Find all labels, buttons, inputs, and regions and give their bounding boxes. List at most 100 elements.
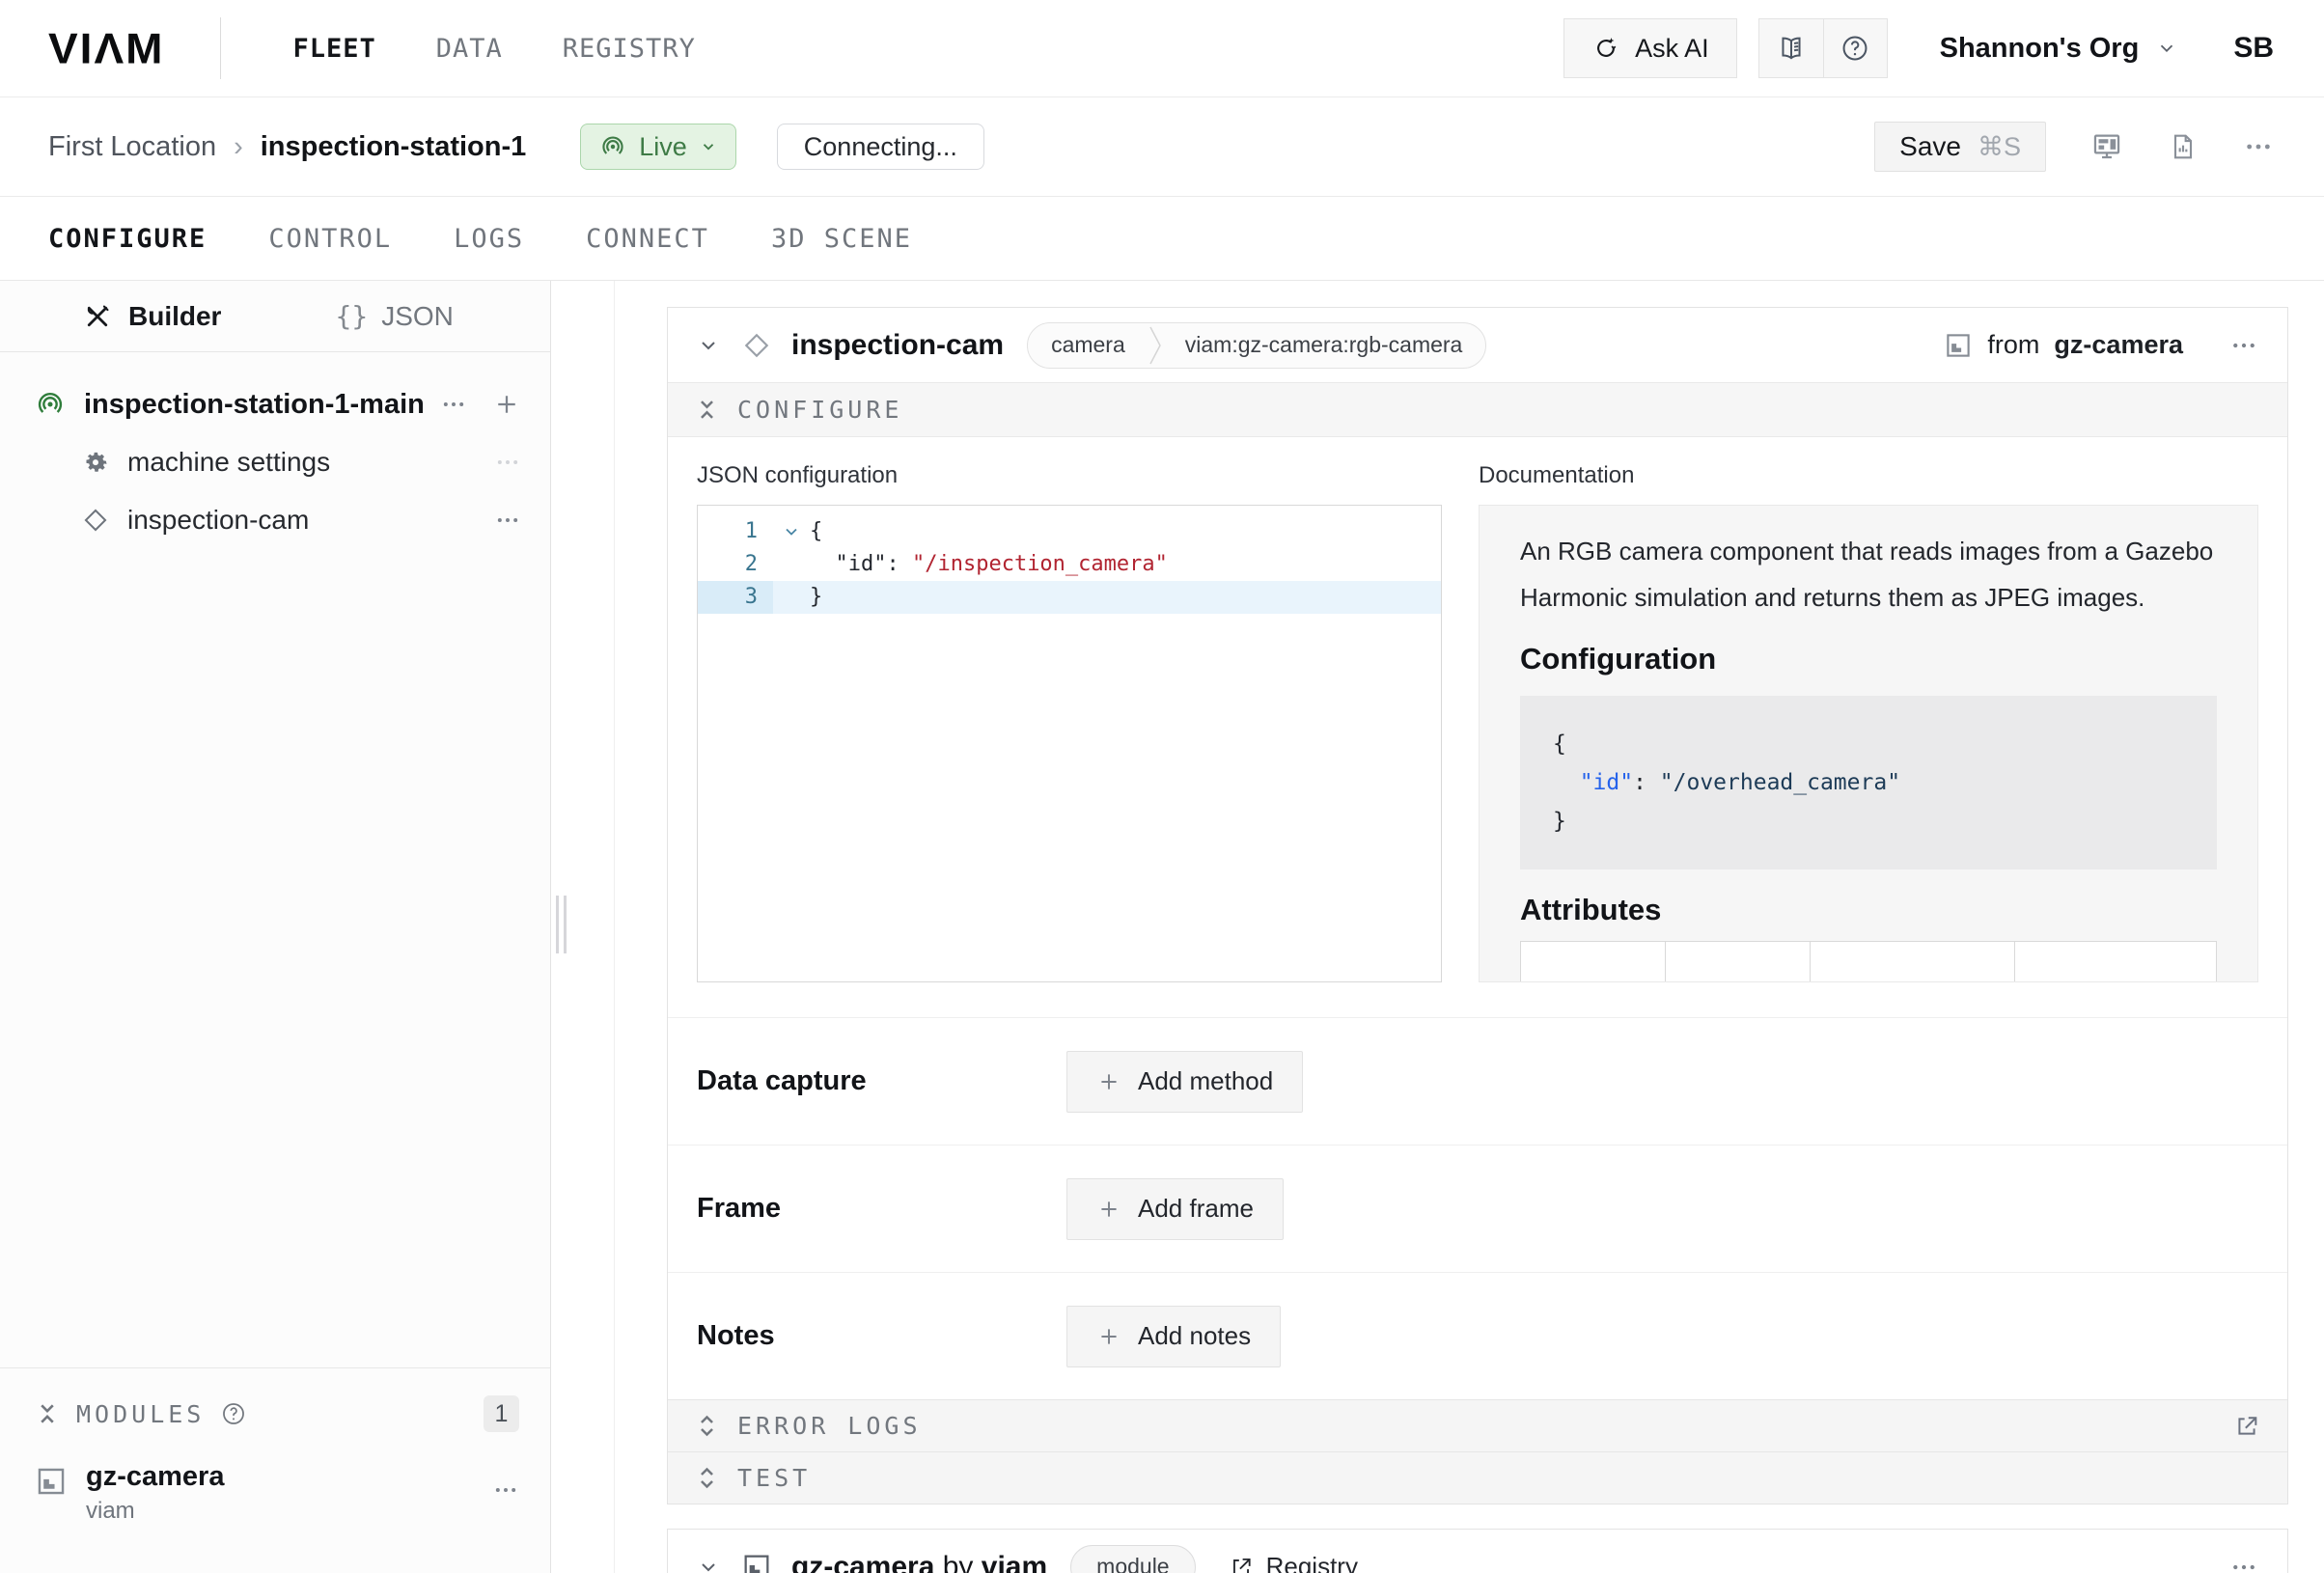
expand-icon (695, 1414, 719, 1438)
docs-book-icon[interactable] (1759, 19, 1823, 77)
file-chart-icon[interactable] (2168, 131, 2199, 162)
line-number: 2 (698, 548, 773, 581)
configure-section-title: CONFIGURE (737, 396, 902, 424)
breadcrumb-location[interactable]: First Location (48, 131, 216, 163)
plus-icon (1096, 1069, 1121, 1094)
help-circle-icon[interactable] (1823, 19, 1887, 77)
chevron-down-icon[interactable] (697, 334, 720, 357)
notes-section: Notes Add notes (668, 1272, 2287, 1399)
doc-attributes-heading: Attributes (1520, 893, 2217, 927)
code-string-value: "/overhead_camera" (1660, 770, 1900, 795)
add-component-icon[interactable] (492, 390, 521, 419)
inspection-cam-more-icon[interactable] (494, 507, 521, 534)
breadcrumb: First Location › inspection-station-1 (48, 131, 526, 163)
status-badge: Live (639, 132, 687, 162)
org-switcher[interactable]: Shannon's Org (1940, 33, 2178, 65)
chevron-down-icon (2156, 38, 2177, 59)
module-icon (741, 1552, 772, 1573)
component-type: camera (1028, 332, 1148, 358)
modules-section: MODULES 1 gz-c (0, 1367, 550, 1573)
mode-json-toggle[interactable]: {} JSON (335, 300, 453, 332)
json-configuration-label: JSON configuration (697, 462, 1442, 489)
fold-chevron-icon[interactable] (773, 515, 810, 548)
sparkle-refresh-icon (1591, 34, 1620, 63)
component-more-menu-icon[interactable] (2229, 331, 2258, 360)
code-open: { (1553, 731, 1566, 757)
component-name: inspection-cam (791, 329, 1004, 362)
broadcast-icon (35, 389, 66, 420)
tab-connect[interactable]: CONNECT (586, 224, 709, 254)
doc-configuration-heading: Configuration (1520, 642, 2217, 676)
sidebar-item-inspection-cam[interactable]: inspection-cam (35, 495, 521, 545)
code-text: } (810, 581, 822, 614)
add-frame-button[interactable]: Add frame (1066, 1178, 1284, 1240)
add-notes-button[interactable]: Add notes (1066, 1306, 1281, 1367)
add-method-button[interactable]: Add method (1066, 1051, 1303, 1113)
tab-3d-scene[interactable]: 3D SCENE (771, 224, 912, 254)
module-name: gz-camera (86, 1461, 224, 1493)
config-sidebar: Builder {} JSON inspection-station-1-mai… (0, 281, 551, 1573)
user-avatar[interactable]: SB (2233, 32, 2274, 65)
braces-icon: {} (335, 300, 368, 332)
plus-icon (1096, 1324, 1121, 1349)
part-row-main[interactable]: inspection-station-1-main (35, 379, 521, 429)
test-bar[interactable]: TEST (668, 1451, 2287, 1504)
registry-link[interactable]: Registry (1229, 1552, 1358, 1573)
viam-logo[interactable]: VIΛM (48, 23, 164, 73)
collapse-icon[interactable] (35, 1401, 60, 1426)
more-menu-icon[interactable] (2243, 131, 2274, 162)
documentation-panel[interactable]: An RGB camera component that reads image… (1479, 505, 2258, 982)
expand-icon (695, 1466, 719, 1490)
top-bar: VIΛM FLEET DATA REGISTRY Ask AI (0, 0, 2324, 97)
editor-line-active: 3 } (698, 581, 1441, 614)
code-key: "id" (1553, 770, 1633, 795)
sidebar-resize-handle[interactable] (556, 896, 567, 953)
help-icon-group (1758, 18, 1888, 78)
modules-title: MODULES (76, 1400, 205, 1428)
nav-fleet[interactable]: FLEET (292, 34, 375, 64)
documentation-label: Documentation (1479, 462, 2258, 489)
workspace: Builder {} JSON inspection-station-1-mai… (0, 281, 2324, 1573)
sidebar-item-machine-settings[interactable]: machine settings (35, 437, 521, 487)
configure-section-bar[interactable]: CONFIGURE (668, 382, 2287, 437)
error-logs-bar[interactable]: ERROR LOGS (668, 1399, 2287, 1451)
from-module-info: from gz-camera (1944, 330, 2183, 360)
module-card-author: viam (982, 1551, 1047, 1573)
mode-builder-toggle[interactable]: Builder (83, 301, 221, 332)
collapse-icon (695, 398, 719, 422)
machine-bar: First Location › inspection-station-1 Li… (0, 97, 2324, 197)
add-notes-label: Add notes (1138, 1321, 1251, 1351)
diamond-icon (81, 506, 110, 535)
module-card-by: by (934, 1551, 981, 1573)
machine-settings-more-icon[interactable] (494, 449, 521, 476)
error-logs-title: ERROR LOGS (737, 1412, 922, 1440)
module-more-icon[interactable] (492, 1476, 519, 1504)
module-card-more-icon[interactable] (2229, 1553, 2258, 1573)
nav-registry[interactable]: REGISTRY (563, 34, 696, 64)
doc-code-block: { "id": "/overhead_camera" } (1520, 696, 2217, 869)
chevron-down-icon[interactable] (697, 1556, 720, 1573)
line-number: 1 (698, 515, 773, 548)
module-badge: module (1070, 1545, 1195, 1573)
save-button[interactable]: Save ⌘S (1874, 122, 2046, 172)
machine-status-dropdown[interactable]: Live (580, 124, 736, 170)
tab-configure[interactable]: CONFIGURE (48, 224, 207, 254)
notes-label: Notes (697, 1320, 1066, 1352)
broadcast-icon (599, 133, 626, 160)
module-author: viam (86, 1498, 224, 1525)
tab-control[interactable]: CONTROL (268, 224, 392, 254)
config-main-panel: inspection-cam camera viam:gz-camera:rgb… (551, 281, 2324, 1573)
ask-ai-button[interactable]: Ask AI (1563, 18, 1737, 78)
help-circle-icon[interactable] (220, 1400, 247, 1427)
external-link-icon[interactable] (2233, 1413, 2260, 1440)
connecting-button[interactable]: Connecting... (777, 124, 984, 170)
module-card-title: gz-camera by viam (791, 1551, 1047, 1573)
part-more-menu-icon[interactable] (440, 391, 467, 418)
module-row-gz-camera[interactable]: gz-camera viam (35, 1461, 519, 1525)
code-key: "id" (810, 548, 886, 581)
json-config-editor[interactable]: 1 { 2 "id": "/inspection_camera" (697, 505, 1442, 982)
control-panel-icon[interactable] (2090, 130, 2123, 163)
tab-logs[interactable]: LOGS (454, 224, 524, 254)
nav-data[interactable]: DATA (436, 34, 503, 64)
machine-name: inspection-station-1 (261, 131, 527, 163)
